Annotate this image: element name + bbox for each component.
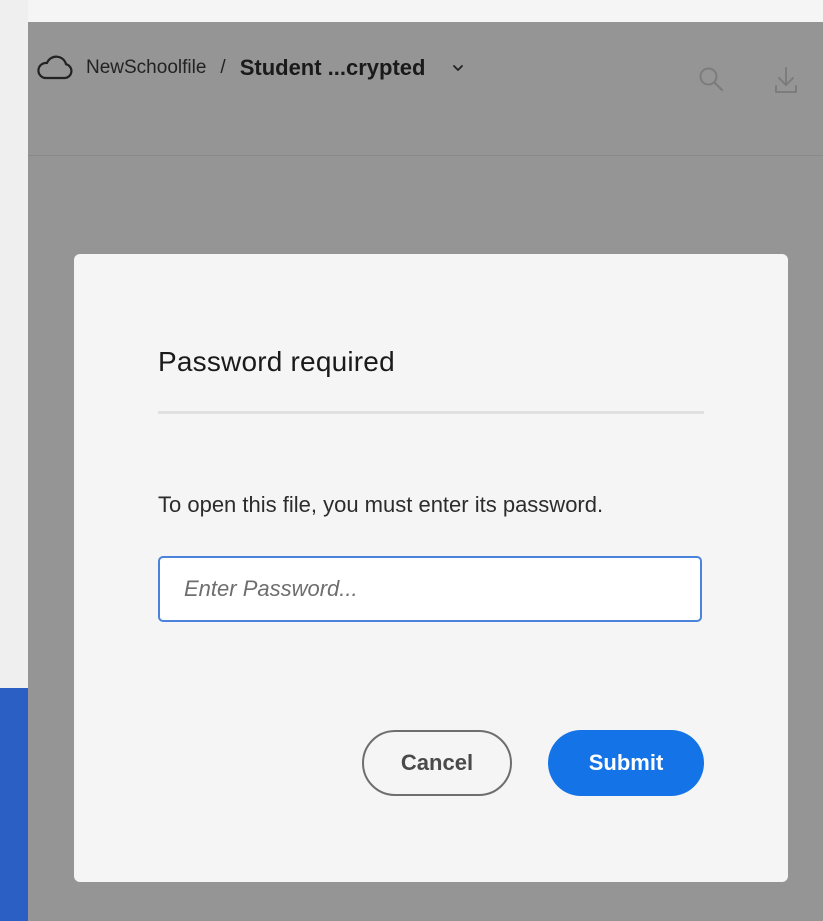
password-input[interactable] [158, 556, 702, 622]
submit-button[interactable]: Submit [548, 730, 704, 796]
chevron-down-icon[interactable] [451, 63, 465, 73]
dialog-divider [158, 411, 704, 414]
password-dialog: Password required To open this file, you… [74, 254, 788, 882]
breadcrumb-current-file[interactable]: Student ...crypted [240, 55, 426, 81]
top-strip [28, 0, 823, 22]
download-icon[interactable] [774, 66, 798, 94]
breadcrumb-separator: / [220, 57, 226, 78]
dialog-title: Password required [158, 346, 395, 377]
dialog-message: To open this file, you must enter its pa… [158, 492, 604, 517]
breadcrumb: NewSchoolfile / Student ...crypted [36, 50, 465, 86]
sidebar-blue-panel [0, 688, 28, 921]
search-icon[interactable] [698, 66, 724, 92]
cancel-button[interactable]: Cancel [362, 730, 512, 796]
breadcrumb-parent-link[interactable]: NewSchoolfile [86, 57, 206, 79]
cloud-icon[interactable] [36, 55, 74, 81]
